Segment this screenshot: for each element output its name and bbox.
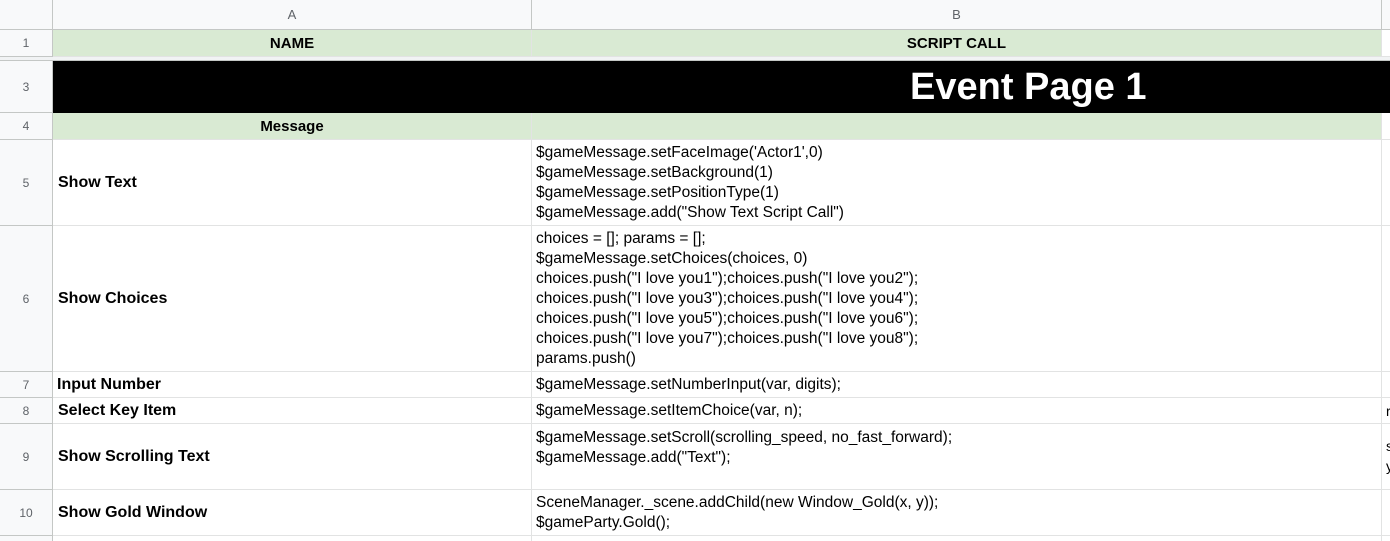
column-header-b[interactable]: B [532, 0, 1382, 30]
row-header[interactable]: 3 [0, 61, 53, 113]
code-line: $gameMessage.setChoices(choices, 0) [536, 249, 808, 267]
cell-c10[interactable] [1382, 490, 1390, 536]
code-line: choices.push("I love you3");choices.push… [536, 289, 919, 307]
row-header[interactable]: 4 [0, 113, 53, 140]
cell-c1[interactable] [1382, 30, 1390, 57]
spreadsheet-grid: A B 1 NAME SCRIPT CALL 3 Event Page 1 4 … [0, 0, 1390, 541]
cell-c5[interactable] [1382, 140, 1390, 226]
column-header-row: A B [0, 0, 1390, 30]
code-line: $gameMessage.add("Text"); [536, 449, 731, 466]
clipped-text: r [1386, 401, 1390, 421]
cell-c4[interactable] [1382, 113, 1390, 140]
cell-c11[interactable] [1382, 536, 1390, 541]
sheet-row-6: 6 Show Choices choices = []; params = []… [0, 226, 1390, 372]
script-call-cell[interactable]: choices = []; params = []; $gameMessage.… [532, 226, 1382, 372]
cell-b11[interactable] [532, 536, 1382, 541]
sheet-row-8: 8 Select Key Item $gameMessage.setItemCh… [0, 398, 1390, 424]
cell-c9[interactable]: s y [1382, 424, 1390, 490]
code-line: choices.push("I love you1");choices.push… [536, 269, 919, 287]
column-header-a[interactable]: A [53, 0, 532, 30]
banner-title: Event Page 1 [910, 65, 1147, 108]
row-header[interactable]: 5 [0, 140, 53, 226]
script-call-cell[interactable]: SceneManager._scene.addChild(new Window_… [532, 490, 1382, 536]
command-name-cell[interactable]: Show Choices [53, 226, 532, 372]
code-line: $gameMessage.setNumberInput(var, digits)… [536, 375, 841, 393]
script-call-cell[interactable]: $gameMessage.setNumberInput(var, digits)… [532, 372, 1382, 398]
command-name-cell[interactable]: Show Scrolling Text [53, 424, 532, 490]
code-line: $gameMessage.setBackground(1) [536, 163, 773, 181]
code-line: $gameMessage.setFaceImage('Actor1',0) [536, 143, 823, 161]
sheet-row-10: 10 Show Gold Window SceneManager._scene.… [0, 490, 1390, 536]
row-header[interactable]: 7 [0, 372, 53, 398]
script-call-cell[interactable]: $gameMessage.setFaceImage('Actor1',0) $g… [532, 140, 1382, 226]
row-header[interactable] [0, 536, 53, 541]
code-line: choices = []; params = []; [536, 229, 706, 247]
sheet-row-9: 9 Show Scrolling Text $gameMessage.setSc… [0, 424, 1390, 490]
code-line: params.push() [536, 349, 636, 367]
cell-c8[interactable]: r [1382, 398, 1390, 424]
row-header[interactable]: 10 [0, 490, 53, 536]
row-header[interactable]: 8 [0, 398, 53, 424]
code-line: $gameMessage.setPositionType(1) [536, 183, 779, 201]
cell-a11[interactable] [53, 536, 532, 541]
name-column-heading[interactable]: NAME [53, 30, 532, 57]
event-page-banner[interactable]: Event Page 1 [53, 61, 1390, 113]
section-heading-message[interactable]: Message [53, 113, 532, 140]
command-name-cell[interactable]: Show Gold Window [53, 490, 532, 536]
sheet-row-11-partial [0, 536, 1390, 541]
row-header[interactable]: 9 [0, 424, 53, 490]
code-line: choices.push("I love you7");choices.push… [536, 329, 919, 347]
row-header[interactable]: 6 [0, 226, 53, 372]
cell-c7[interactable] [1382, 372, 1390, 398]
sheet-row-4: 4 Message [0, 113, 1390, 140]
sheet-row-1: 1 NAME SCRIPT CALL [0, 30, 1390, 57]
command-name-cell[interactable]: Show Text [53, 140, 532, 226]
code-line: $gameMessage.add("Show Text Script Call"… [536, 203, 844, 221]
command-name-cell[interactable]: Select Key Item [53, 398, 532, 424]
sheet-row-3: 3 Event Page 1 [0, 61, 1390, 113]
code-line: SceneManager._scene.addChild(new Window_… [536, 493, 939, 511]
script-call-cell[interactable]: $gameMessage.setItemChoice(var, n); [532, 398, 1382, 424]
code-line: $gameParty.Gold(); [536, 513, 671, 531]
script-call-cell[interactable]: $gameMessage.setScroll(scrolling_speed, … [532, 424, 1382, 490]
cell-c6[interactable] [1382, 226, 1390, 372]
select-all-corner[interactable] [0, 0, 53, 30]
command-name-cell[interactable]: Input Number [53, 372, 532, 398]
code-line: choices.push("I love you5");choices.push… [536, 309, 919, 327]
row-header[interactable]: 1 [0, 30, 53, 57]
clipped-text: s [1386, 436, 1390, 456]
column-header-c[interactable] [1382, 0, 1390, 30]
cell-b4[interactable] [532, 113, 1382, 140]
sheet-row-7: 7 Input Number $gameMessage.setNumberInp… [0, 372, 1390, 398]
sheet-row-5: 5 Show Text $gameMessage.setFaceImage('A… [0, 140, 1390, 226]
code-line: $gameMessage.setScroll(scrolling_speed, … [536, 429, 953, 446]
code-line: $gameMessage.setItemChoice(var, n); [536, 401, 803, 419]
clipped-text: y [1386, 456, 1390, 476]
script-call-column-heading[interactable]: SCRIPT CALL [532, 30, 1382, 57]
